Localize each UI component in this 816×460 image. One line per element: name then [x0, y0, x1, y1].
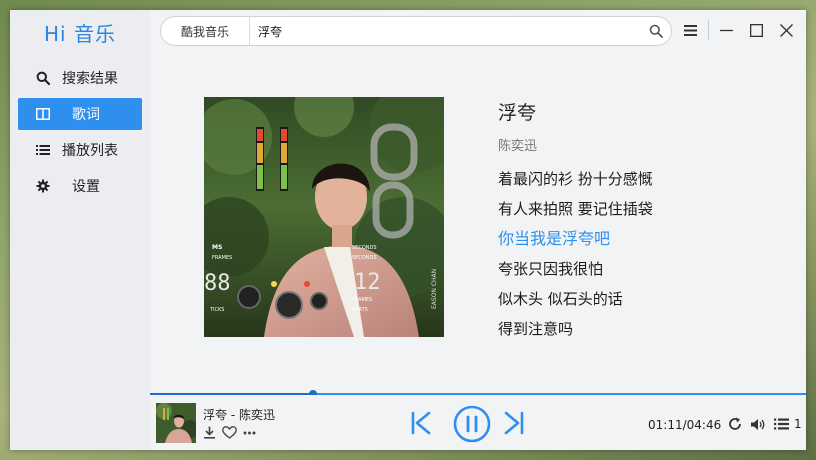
lyric-line: 得到注意吗: [498, 320, 574, 338]
sidebar-nav: 搜索结果 歌词 播放列表 设置: [18, 62, 142, 206]
more-button[interactable]: [243, 431, 256, 435]
search-source-selector[interactable]: 酷我音乐: [161, 17, 250, 45]
now-playing-title: 浮夸 - 陈奕迅: [203, 408, 275, 422]
search-input[interactable]: [250, 23, 643, 39]
volume-icon: [750, 418, 766, 431]
player-bar: 浮夸 - 陈奕迅 01:11/04:46 1: [150, 395, 806, 450]
cover-text: 12: [354, 270, 381, 295]
cover-text: FRAMES: [212, 255, 232, 261]
cover-text: BEATS: [352, 307, 368, 313]
sidebar-item-lyrics[interactable]: 歌词: [18, 98, 142, 130]
sidebar-item-playlist[interactable]: 播放列表: [18, 134, 142, 166]
list-icon: [36, 143, 50, 157]
close-icon: [779, 23, 793, 37]
sidebar-item-label: 搜索结果: [62, 71, 118, 87]
queue-button[interactable]: 1: [774, 417, 802, 431]
sidebar-item-label: 播放列表: [62, 143, 118, 159]
maximize-icon: [749, 23, 763, 37]
main-menu-button[interactable]: [681, 20, 699, 40]
cover-text: TICKS: [209, 307, 224, 313]
maximize-button[interactable]: [747, 20, 765, 40]
cover-text: FRAMES: [352, 297, 372, 303]
skip-forward-icon: [503, 411, 525, 435]
download-icon: [203, 426, 216, 439]
song-title: 浮夸: [498, 102, 537, 124]
menu-icon: [683, 24, 697, 36]
previous-button[interactable]: [407, 409, 435, 437]
album-cover: MS FRAMES 88 TICKS SECONDS SECONDS 12 FR…: [204, 97, 444, 337]
app-window: Hi 音乐 搜索结果 歌词 播放列表 设置 酷我音乐 浮夸 MS FRAMES …: [10, 10, 806, 450]
queue-count: 1: [794, 417, 802, 431]
cover-text: EASON CHAN: [431, 269, 438, 309]
track-actions: [203, 426, 256, 439]
search-button[interactable]: [643, 18, 669, 44]
search-icon: [36, 71, 50, 85]
cover-text: MS: [212, 244, 222, 251]
search-bar: 酷我音乐: [160, 16, 672, 46]
lyric-line: 似木头 似石头的话: [498, 290, 623, 308]
repeat-icon: [728, 417, 742, 431]
pause-icon: [453, 405, 491, 443]
repeat-button[interactable]: [728, 417, 742, 431]
sidebar-item-label: 歌词: [72, 107, 100, 123]
cover-text: 88: [204, 271, 231, 296]
book-icon: [36, 107, 50, 121]
time-display: 01:11/04:46: [648, 418, 722, 432]
pause-button[interactable]: [452, 404, 492, 444]
sidebar: Hi 音乐 搜索结果 歌词 播放列表 设置: [10, 10, 150, 450]
heart-icon: [222, 426, 237, 439]
divider: [708, 20, 709, 40]
search-icon: [649, 24, 663, 38]
lyric-line: 有人来拍照 要记住插袋: [498, 200, 653, 218]
minimize-button[interactable]: [717, 20, 735, 40]
close-button[interactable]: [777, 20, 795, 40]
more-icon: [243, 431, 256, 435]
skip-back-icon: [410, 411, 432, 435]
gear-icon: [36, 179, 50, 193]
cover-text: SECONDS: [352, 255, 377, 261]
sidebar-item-search-results[interactable]: 搜索结果: [18, 62, 142, 94]
lyric-line: 夸张只因我很怕: [498, 260, 604, 278]
download-button[interactable]: [203, 426, 216, 439]
volume-button[interactable]: [750, 418, 766, 431]
minimize-icon: [719, 24, 733, 37]
lyrics-panel: 着最闪的衫 扮十分感慨 有人来拍照 要记住插袋 你当我是浮夸吧 夸张只因我很怕 …: [498, 168, 653, 348]
app-brand: Hi 音乐: [44, 22, 116, 46]
player-extra-controls: 1: [728, 417, 802, 431]
song-artist: 陈奕迅: [498, 139, 538, 154]
cover-text: SECONDS: [352, 245, 377, 251]
favorite-button[interactable]: [222, 426, 237, 439]
lyric-line-current: 你当我是浮夸吧: [498, 229, 611, 248]
sidebar-item-settings[interactable]: 设置: [18, 170, 142, 202]
mini-album-cover[interactable]: [156, 403, 196, 443]
sidebar-item-label: 设置: [72, 179, 100, 195]
lyric-line: 着最闪的衫 扮十分感慨: [498, 170, 653, 188]
next-button[interactable]: [500, 409, 528, 437]
list-icon: [774, 418, 789, 430]
